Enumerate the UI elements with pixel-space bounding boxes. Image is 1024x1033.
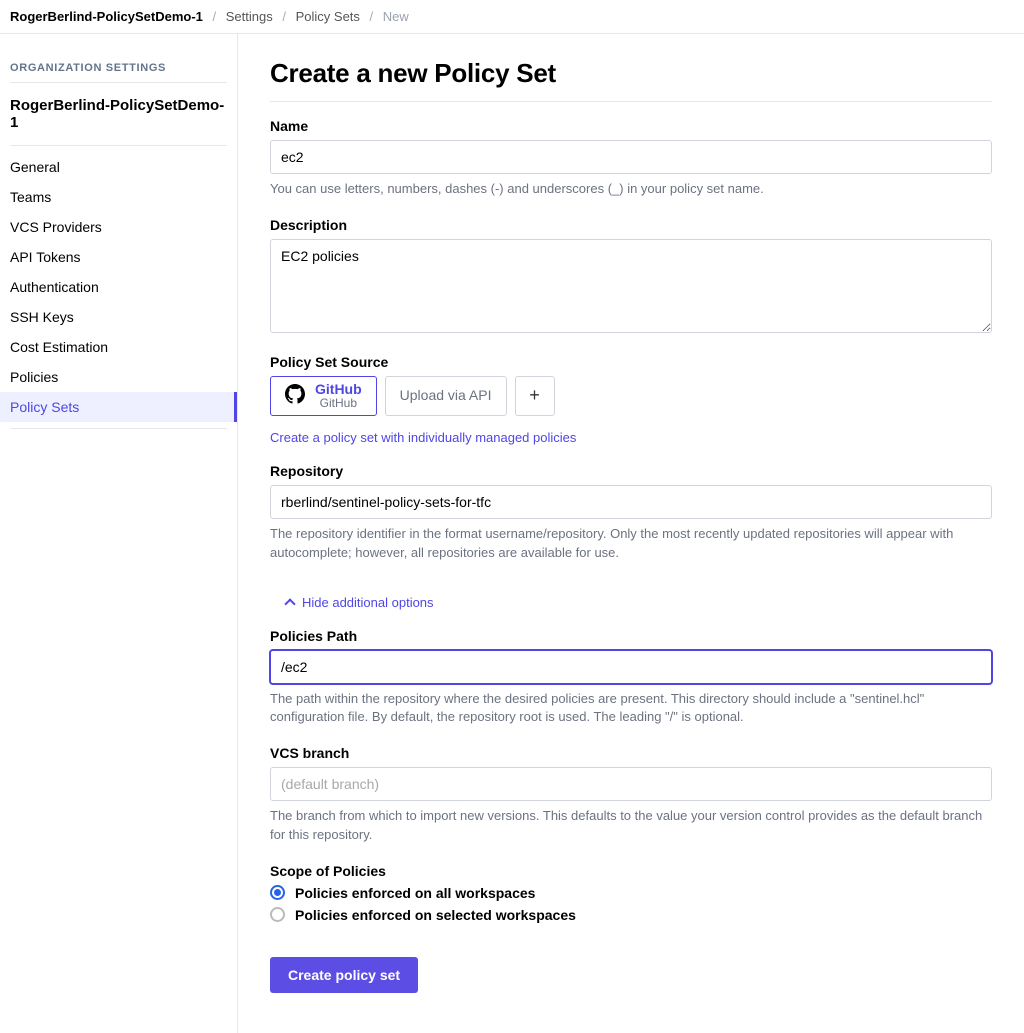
repository-hint: The repository identifier in the format … [270, 525, 992, 563]
source-option-title: GitHub [315, 382, 362, 397]
breadcrumb-sep: / [364, 9, 380, 24]
policies-path-hint: The path within the repository where the… [270, 690, 992, 728]
scope-option-all[interactable]: Policies enforced on all workspaces [270, 885, 992, 901]
radio-icon [270, 885, 285, 900]
field-repository: Repository The repository identifier in … [270, 463, 992, 563]
sidebar-item-api-tokens[interactable]: API Tokens [10, 242, 227, 272]
sidebar-item-policy-sets[interactable]: Policy Sets [0, 392, 237, 422]
description-label: Description [270, 217, 992, 233]
create-policy-set-button[interactable]: Create policy set [270, 957, 418, 993]
source-option-subtitle: GitHub [315, 397, 362, 410]
sidebar-item-policies[interactable]: Policies [10, 362, 227, 392]
scope-option-label: Policies enforced on all workspaces [295, 885, 535, 901]
sidebar-item-ssh-keys[interactable]: SSH Keys [10, 302, 227, 332]
scope-option-selected[interactable]: Policies enforced on selected workspaces [270, 907, 992, 923]
source-option-title: Upload via API [400, 388, 492, 403]
field-scope: Scope of Policies Policies enforced on a… [270, 863, 992, 923]
repository-input[interactable] [270, 485, 992, 519]
vcs-branch-label: VCS branch [270, 745, 992, 761]
sidebar-item-teams[interactable]: Teams [10, 182, 227, 212]
main-content: Create a new Policy Set Name You can use… [238, 34, 1024, 1033]
breadcrumb-sep: / [276, 9, 292, 24]
github-icon [285, 384, 305, 407]
scope-label: Scope of Policies [270, 863, 992, 879]
sidebar-org-name: RogerBerlind-PolicySetDemo-1 [10, 83, 227, 146]
field-description: Description EC2 policies [270, 217, 992, 336]
description-input[interactable]: EC2 policies [270, 239, 992, 333]
breadcrumb: RogerBerlind-PolicySetDemo-1 / Settings … [0, 0, 1024, 34]
field-source: Policy Set Source GitHub GitHub Upload v… [270, 354, 992, 445]
sidebar-item-cost-estimation[interactable]: Cost Estimation [10, 332, 227, 362]
toggle-additional-options[interactable]: Hide additional options [286, 595, 434, 610]
sidebar-item-vcs-providers[interactable]: VCS Providers [10, 212, 227, 242]
sidebar: ORGANIZATION SETTINGS RogerBerlind-Polic… [0, 34, 238, 1033]
source-option-github[interactable]: GitHub GitHub [270, 376, 377, 416]
name-input[interactable] [270, 140, 992, 174]
vcs-branch-input[interactable] [270, 767, 992, 801]
plus-icon: + [529, 385, 540, 406]
source-label: Policy Set Source [270, 354, 992, 370]
page-title: Create a new Policy Set [270, 58, 992, 102]
field-name: Name You can use letters, numbers, dashe… [270, 118, 992, 199]
sidebar-heading: ORGANIZATION SETTINGS [10, 56, 227, 83]
toggle-label: Hide additional options [302, 595, 434, 610]
add-source-button[interactable]: + [515, 376, 555, 416]
scope-option-label: Policies enforced on selected workspaces [295, 907, 576, 923]
breadcrumb-sep: / [207, 9, 223, 24]
chevron-up-icon [284, 598, 295, 609]
sidebar-item-general[interactable]: General [10, 152, 227, 182]
sidebar-nav: General Teams VCS Providers API Tokens A… [10, 146, 227, 429]
breadcrumb-section[interactable]: Policy Sets [296, 9, 360, 24]
vcs-branch-hint: The branch from which to import new vers… [270, 807, 992, 845]
manual-policy-link[interactable]: Create a policy set with individually ma… [270, 430, 576, 445]
breadcrumb-settings[interactable]: Settings [226, 9, 273, 24]
repository-label: Repository [270, 463, 992, 479]
name-hint: You can use letters, numbers, dashes (-)… [270, 180, 992, 199]
breadcrumb-org[interactable]: RogerBerlind-PolicySetDemo-1 [10, 9, 203, 24]
sidebar-item-authentication[interactable]: Authentication [10, 272, 227, 302]
policies-path-label: Policies Path [270, 628, 992, 644]
policies-path-input[interactable] [270, 650, 992, 684]
field-vcs-branch: VCS branch The branch from which to impo… [270, 745, 992, 845]
field-policies-path: Policies Path The path within the reposi… [270, 628, 992, 728]
name-label: Name [270, 118, 992, 134]
radio-icon [270, 907, 285, 922]
source-option-upload-api[interactable]: Upload via API [385, 376, 507, 416]
breadcrumb-current: New [383, 9, 409, 24]
